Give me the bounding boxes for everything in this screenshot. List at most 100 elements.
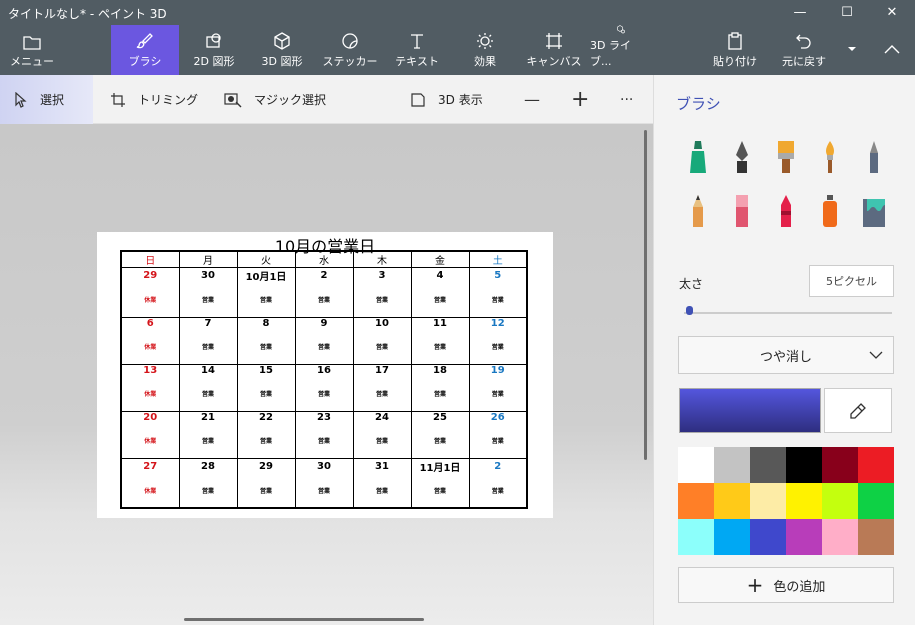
spray-can-icon[interactable] — [816, 191, 844, 231]
crop-label: トリミング — [138, 93, 199, 107]
color-swatch[interactable] — [786, 483, 822, 519]
effects-label: 効果 — [474, 55, 496, 68]
menu-button[interactable]: メニュー — [8, 25, 56, 75]
3d-library-icon — [617, 25, 625, 34]
3d-library-label: 3D ライブ... — [590, 39, 631, 68]
pixel-pen-icon[interactable] — [860, 137, 888, 177]
eraser-icon[interactable] — [728, 191, 756, 231]
color-swatch[interactable] — [822, 519, 858, 555]
history-dropdown-button[interactable] — [838, 25, 866, 75]
crop-button[interactable]: トリミング — [110, 75, 198, 124]
3d-library-button[interactable]: 3D ライブ... — [590, 25, 652, 75]
magic-select-button[interactable]: マジック選択 — [224, 75, 326, 124]
stickers-button[interactable]: ステッカー — [322, 25, 378, 75]
calendar-date-cell: 20 — [120, 410, 180, 424]
calendar-status-cell: 営業 — [468, 330, 528, 365]
watercolor-icon[interactable] — [816, 137, 844, 177]
close-button[interactable]: ✕ — [869, 0, 915, 25]
calendar-status-cell: 休業 — [120, 473, 180, 508]
color-swatch[interactable] — [678, 519, 714, 555]
calendar-date-cell: 6 — [120, 316, 180, 330]
horizontal-scrollbar[interactable] — [184, 618, 424, 621]
shapes-2d-button[interactable]: 2D 図形 — [186, 25, 242, 75]
calendar-status-cell: 営業 — [236, 424, 296, 459]
effects-button[interactable]: 効果 — [462, 25, 508, 75]
color-swatch[interactable] — [678, 483, 714, 519]
calendar-date-cell: 8 — [236, 316, 296, 330]
color-swatch[interactable] — [750, 519, 786, 555]
3d-view-label: 3D 表示 — [438, 93, 483, 107]
calendar-status-cell: 休業 — [120, 283, 180, 318]
calendar-status-cell: 営業 — [294, 424, 354, 459]
color-swatch[interactable] — [714, 519, 750, 555]
window-title: タイトルなし* - ペイント 3D — [8, 7, 167, 21]
secondary-toolbar: 選択 トリミング マジック選択 3D 表示 — + ··· — [0, 75, 653, 124]
3d-view-button[interactable]: 3D 表示 — [410, 75, 483, 124]
canvas-crop-icon — [546, 33, 562, 49]
calendar-date-cell: 9 — [294, 316, 354, 330]
brush-tool-button[interactable]: ブラシ — [111, 25, 179, 75]
calendar-date-cell: 27 — [120, 457, 180, 474]
calligraphy-pen-icon[interactable] — [728, 137, 756, 177]
color-swatch[interactable] — [858, 447, 894, 483]
finish-dropdown[interactable]: つや消し — [678, 336, 894, 374]
thickness-slider-thumb[interactable] — [686, 306, 693, 315]
paste-button[interactable]: 貼り付け — [710, 25, 760, 75]
chevron-up-icon — [884, 44, 900, 53]
marker-icon[interactable] — [684, 137, 712, 177]
canvas-label: キャンバス — [526, 55, 582, 68]
calendar-status-cell: 営業 — [236, 377, 296, 412]
color-swatch[interactable] — [750, 483, 786, 519]
oil-brush-icon[interactable] — [772, 137, 800, 177]
color-swatch[interactable] — [786, 447, 822, 483]
eyedropper-button[interactable] — [824, 388, 892, 433]
color-swatch[interactable] — [714, 483, 750, 519]
color-swatch[interactable] — [714, 447, 750, 483]
more-options-button[interactable]: ··· — [620, 75, 633, 124]
color-swatch[interactable] — [822, 447, 858, 483]
color-swatch[interactable] — [750, 447, 786, 483]
3d-view-icon — [411, 92, 425, 107]
maximize-button[interactable]: ☐ — [824, 0, 870, 25]
shapes-3d-button[interactable]: 3D 図形 — [255, 25, 309, 75]
calendar-date-cell: 2 — [468, 457, 528, 474]
calendar-header-row: 日月火水木金土 — [120, 250, 528, 268]
calendar-weekday-header: 木 — [352, 250, 412, 268]
minimize-button[interactable]: — — [777, 0, 823, 25]
calendar-date-row: 13 14 15 16 17 18 19 — [120, 363, 528, 377]
calendar-status-row: 休業 営業 営業 営業 営業 営業 営業 — [120, 330, 528, 365]
calendar-date-cell: 15 — [236, 363, 296, 377]
thickness-input[interactable]: 5ピクセル — [809, 265, 894, 297]
select-button[interactable]: 選択 — [0, 75, 93, 124]
add-color-button[interactable]: + 色の追加 — [678, 567, 894, 603]
drawing-canvas[interactable]: 10月の営業日 日月火水木金土 29 30 10月1日 2 3 4 5 休業 営業 営業 営業 営業営… — [97, 232, 553, 518]
color-swatch[interactable] — [858, 483, 894, 519]
thickness-slider-track[interactable] — [684, 312, 892, 314]
collapse-toolbar-button[interactable] — [872, 25, 912, 75]
calendar-status-row: 休業 営業 営業 営業 営業 営業 営業 — [120, 473, 528, 508]
calendar-weekday-header: 月 — [178, 250, 238, 268]
calendar-weekday-header: 金 — [410, 250, 470, 268]
canvas-button[interactable]: キャンバス — [526, 25, 582, 75]
calendar-status-cell: 営業 — [178, 283, 238, 318]
color-swatch[interactable] — [822, 483, 858, 519]
select-label: 選択 — [40, 93, 65, 107]
fill-bucket-icon[interactable] — [860, 191, 888, 231]
zoom-out-button[interactable]: — — [524, 75, 540, 124]
current-color-swatch[interactable] — [679, 388, 821, 433]
pencil-icon[interactable] — [684, 191, 712, 231]
zoom-in-button[interactable]: + — [571, 75, 589, 124]
color-swatch[interactable] — [786, 519, 822, 555]
undo-button[interactable]: 元に戻す — [778, 25, 830, 75]
calendar-date-cell: 28 — [178, 457, 238, 474]
calendar-status-cell: 営業 — [410, 283, 470, 318]
color-swatch[interactable] — [678, 447, 714, 483]
calendar-date-cell: 3 — [352, 267, 412, 283]
color-swatch[interactable] — [858, 519, 894, 555]
text-tool-button[interactable]: テキスト — [392, 25, 442, 75]
vertical-scrollbar[interactable] — [644, 130, 647, 460]
crayon-icon[interactable] — [772, 191, 800, 231]
chevron-down-icon — [869, 351, 883, 359]
calendar-date-cell: 19 — [468, 363, 528, 377]
calendar-status-cell: 営業 — [468, 377, 528, 412]
